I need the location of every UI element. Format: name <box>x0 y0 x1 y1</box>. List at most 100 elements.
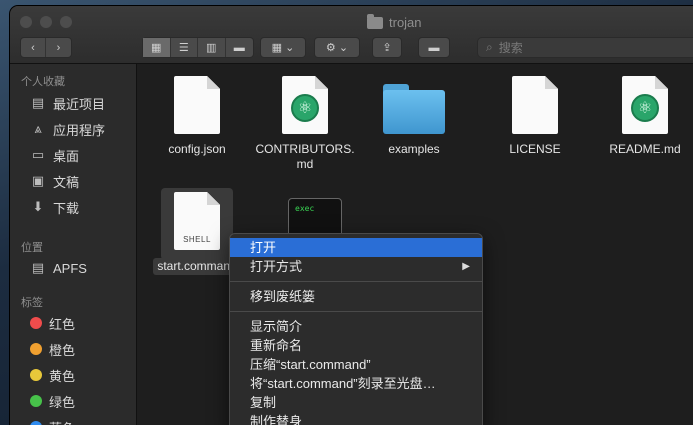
sidebar-item-label: 文稿 <box>53 174 80 190</box>
applications-icon: ⩓ <box>34 121 42 136</box>
tag-dot-icon <box>30 317 42 329</box>
file-item[interactable]: ⚛ README.md <box>585 76 693 157</box>
sidebar-item-label: 橙色 <box>49 342 76 358</box>
menu-item-rename[interactable]: 重新命名 <box>230 336 482 355</box>
sidebar-item-label: 应用程序 <box>53 122 106 138</box>
menu-item-get-info[interactable]: 显示简介 <box>230 317 482 336</box>
file-item[interactable]: config.json <box>137 76 257 157</box>
tag-dot-icon <box>30 395 42 407</box>
sidebar-item-applications[interactable]: ⩓ 应用程序 <box>30 119 105 139</box>
menu-item-label: 打开方式 <box>250 259 303 274</box>
documents-icon: ▣ <box>31 173 45 188</box>
columns-icon: ▥ <box>206 42 217 54</box>
sidebar-item-apfs[interactable]: ▤ APFS <box>30 258 87 278</box>
search-placeholder: 搜索 <box>498 41 523 55</box>
file-item[interactable]: ⚛ CONTRIBUTORS. md <box>245 76 365 172</box>
menu-item-duplicate[interactable]: 复制 <box>230 393 482 412</box>
icon-view-button[interactable]: ▦ <box>143 38 171 57</box>
grid-icon: ▦ <box>151 42 162 54</box>
context-menu: 打开 打开方式 ▶ 移到废纸篓 显示简介 重新命名 压缩“start.comman… <box>229 233 483 425</box>
menu-item-label: 将“start.command”刻录至光盘… <box>250 376 436 391</box>
search-icon: ⌕ <box>486 40 493 54</box>
title-bar: trojan ‹ › ▦ ☰ ▥ ▬ ▦ ⌄ ⚙ ⌄ ⇪ ▬ ⌕ 搜索 <box>10 6 693 64</box>
forward-button[interactable]: › <box>46 38 71 57</box>
file-item[interactable]: LICENSE <box>475 76 595 157</box>
sidebar-item-label: 桌面 <box>53 148 80 164</box>
sidebar-item-documents[interactable]: ▣ 文稿 <box>30 171 79 191</box>
sidebar-tag-yellow[interactable]: 黄色 <box>30 365 75 385</box>
chevron-left-icon: ‹ <box>31 41 35 54</box>
menu-item-label: 显示简介 <box>250 319 303 334</box>
tag-dot-icon <box>30 343 42 355</box>
menu-item-open-with[interactable]: 打开方式 ▶ <box>230 257 482 276</box>
list-view-button[interactable]: ☰ <box>171 38 198 57</box>
back-forward-control: ‹ › <box>20 37 72 58</box>
document-icon <box>174 76 220 134</box>
menu-item-burn-to-disc[interactable]: 将“start.command”刻录至光盘… <box>230 374 482 393</box>
recents-icon: ▤ <box>31 95 45 110</box>
sidebar-item-label: 绿色 <box>49 394 76 410</box>
view-mode-control: ▦ ☰ ▥ ▬ <box>142 37 254 58</box>
favorites-heading: 个人收藏 <box>21 76 65 88</box>
back-button[interactable]: ‹ <box>21 38 47 57</box>
sidebar-item-recents[interactable]: ▤ 最近项目 <box>30 93 105 113</box>
sidebar-tag-red[interactable]: 红色 <box>30 313 75 333</box>
tags-button[interactable]: ▬ <box>418 37 450 58</box>
locations-heading: 位置 <box>21 242 43 254</box>
desktop-icon: ▭ <box>31 147 45 162</box>
sidebar-tag-orange[interactable]: 橙色 <box>30 339 75 359</box>
submenu-arrow-icon: ▶ <box>462 261 470 272</box>
menu-item-label: 制作替身 <box>250 414 303 425</box>
menu-separator <box>230 311 482 312</box>
menu-item-open[interactable]: 打开 <box>230 238 482 257</box>
share-button[interactable]: ⇪ <box>372 37 402 58</box>
search-field[interactable]: ⌕ 搜索 <box>477 37 693 58</box>
close-button[interactable] <box>20 16 32 28</box>
menu-separator <box>230 281 482 282</box>
atom-icon: ⚛ <box>291 94 319 122</box>
sidebar-item-label: 黄色 <box>49 368 76 384</box>
menu-item-label: 打开 <box>250 240 277 255</box>
gallery-view-button[interactable]: ▬ <box>226 38 253 57</box>
sidebar-item-label: APFS <box>53 260 87 276</box>
sidebar-tag-green[interactable]: 绿色 <box>30 391 75 411</box>
menu-item-move-to-trash[interactable]: 移到废纸篓 <box>230 287 482 306</box>
minimize-button[interactable] <box>40 16 52 28</box>
shell-document-icon: SHELL <box>174 192 220 250</box>
menu-item-label: 压缩“start.command” <box>250 357 371 372</box>
group-button[interactable]: ▦ ⌄ <box>260 37 306 58</box>
chevron-right-icon: › <box>56 41 61 54</box>
shell-icon-label: SHELL <box>183 235 211 244</box>
file-item[interactable]: examples <box>354 76 474 157</box>
sidebar-item-label: 下载 <box>53 200 80 216</box>
menu-item-make-alias[interactable]: 制作替身 <box>230 412 482 425</box>
file-name: examples <box>388 142 440 156</box>
selected-file-name: start.command <box>153 258 241 275</box>
sidebar-item-desktop[interactable]: ▭ 桌面 <box>30 145 79 165</box>
sidebar-tag-blue[interactable]: 蓝色 <box>30 417 75 425</box>
share-icon: ⇪ <box>382 42 392 54</box>
document-icon <box>512 76 558 134</box>
exec-icon-label: exec <box>295 204 315 213</box>
sidebar: 个人收藏 ▤ 最近项目 ⩓ 应用程序 ▭ 桌面 ▣ 文稿 ⬇ 下载 位置 ▤ A… <box>10 64 137 425</box>
tag-dot-icon <box>30 369 42 381</box>
list-icon: ☰ <box>178 42 189 54</box>
document-icon: ⚛ <box>282 76 328 134</box>
sidebar-item-label: 红色 <box>49 316 76 332</box>
menu-item-compress[interactable]: 压缩“start.command” <box>230 355 482 374</box>
file-name-line: CONTRIBUTORS. <box>255 142 355 156</box>
menu-item-label: 移到废纸篓 <box>250 289 316 304</box>
chevron-down-icon: ⌄ <box>285 42 295 54</box>
file-name: README.md <box>609 142 681 156</box>
group-icon: ▦ <box>271 42 283 54</box>
action-button[interactable]: ⚙ ⌄ <box>314 37 360 58</box>
column-view-button[interactable]: ▥ <box>198 38 226 57</box>
menu-item-label: 复制 <box>250 395 277 410</box>
sidebar-item-downloads[interactable]: ⬇ 下载 <box>30 197 79 217</box>
atom-icon: ⚛ <box>631 94 659 122</box>
file-name-line: md <box>296 157 314 171</box>
tags-heading: 标签 <box>21 297 43 309</box>
sidebar-item-label: 最近项目 <box>53 96 106 112</box>
zoom-button[interactable] <box>60 16 72 28</box>
file-name: config.json <box>168 142 226 156</box>
